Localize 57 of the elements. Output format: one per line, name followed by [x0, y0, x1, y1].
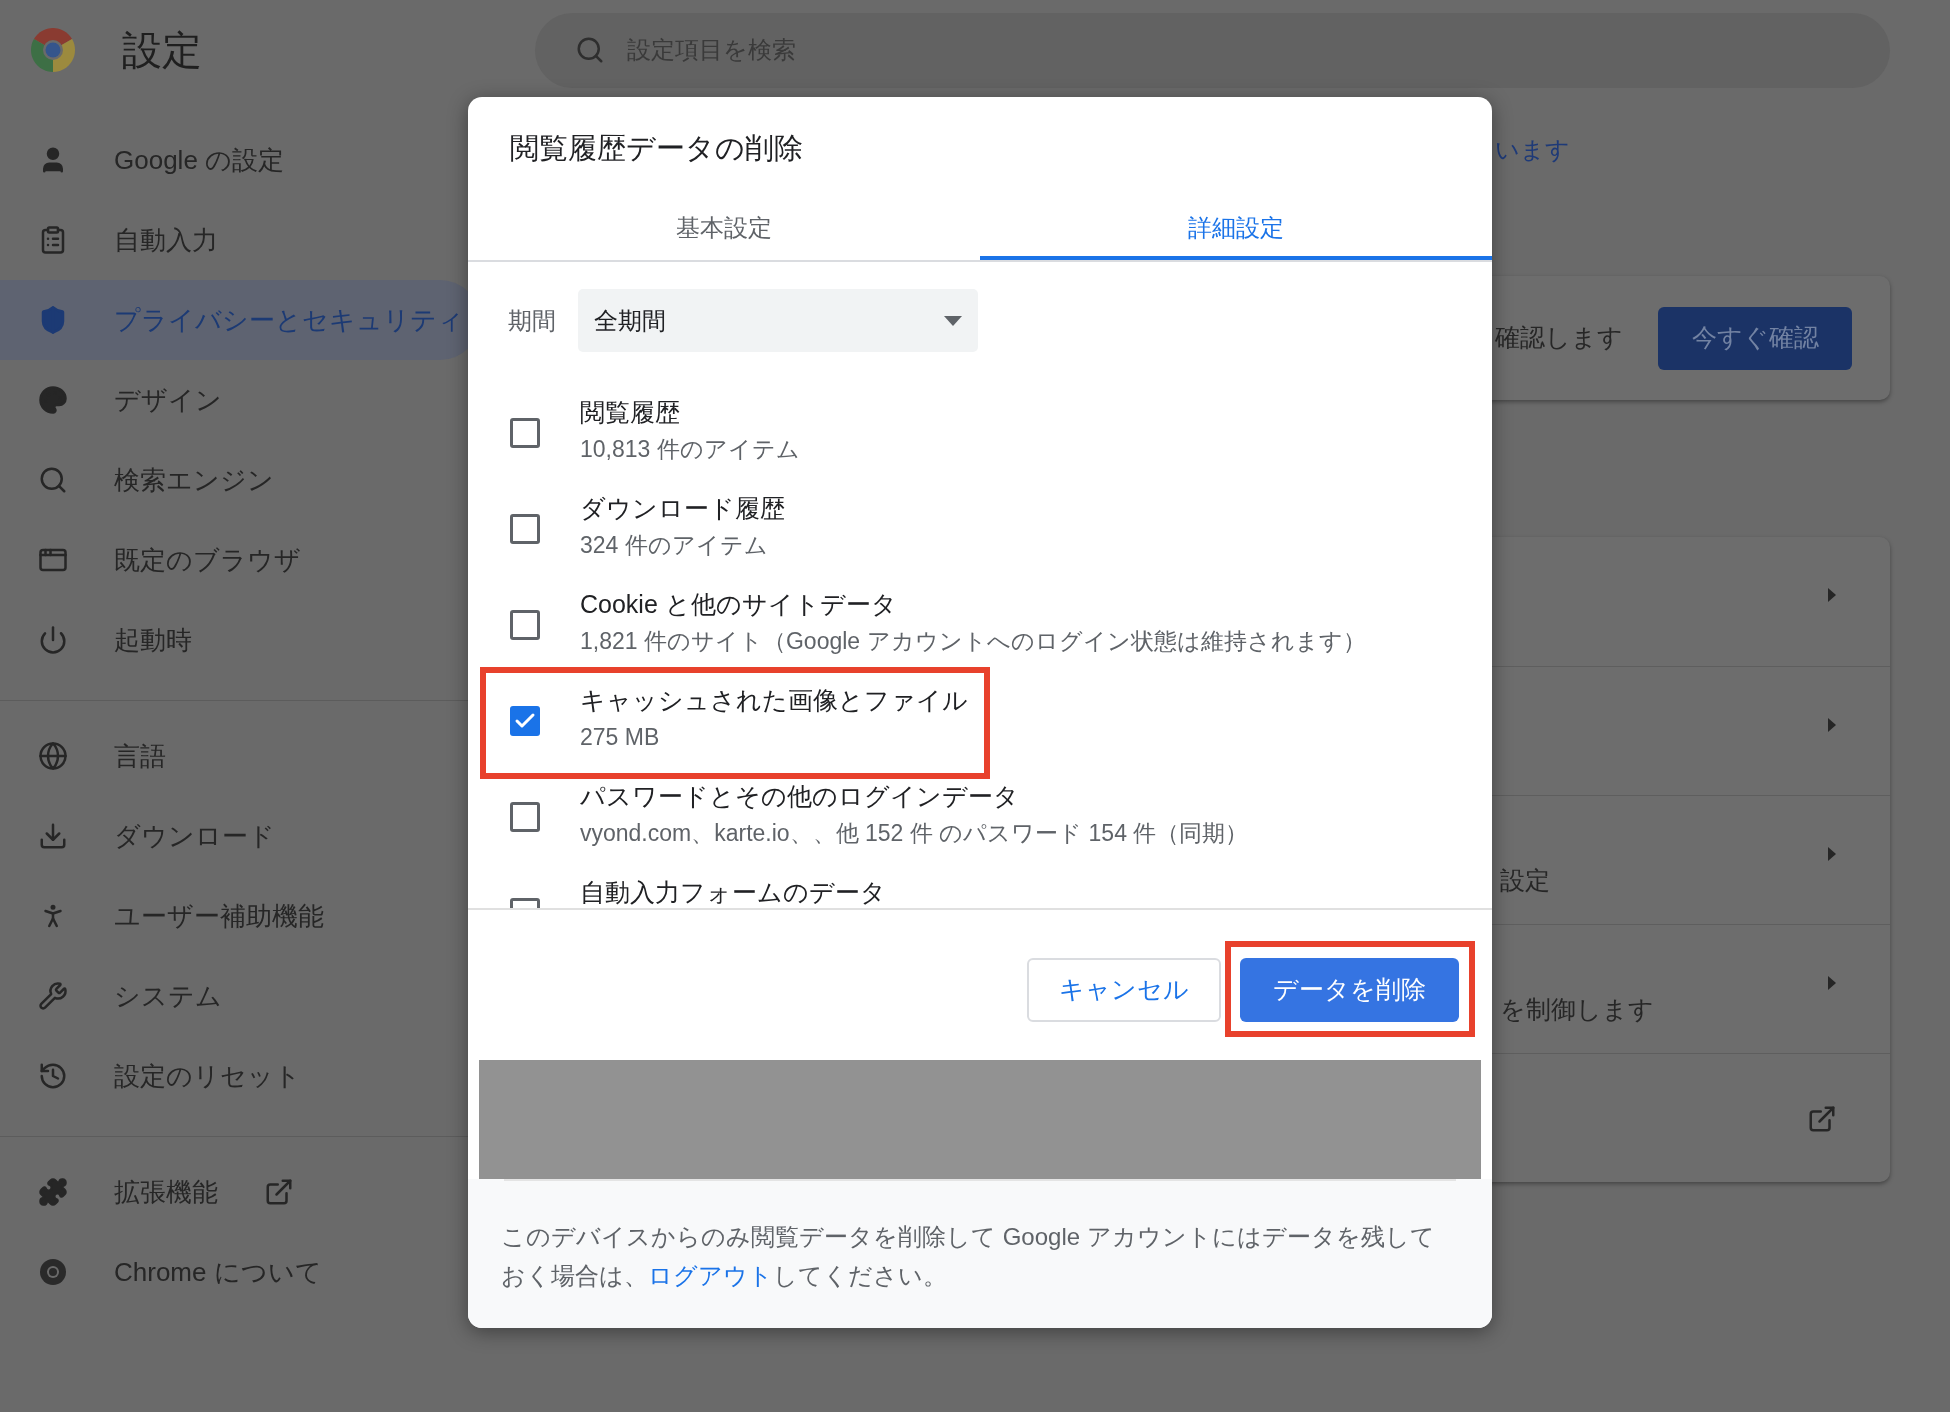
- period-label: 期間: [508, 305, 556, 336]
- sidebar-item[interactable]: 設定のリセット: [0, 1036, 480, 1116]
- sidebar-item[interactable]: Chrome について: [0, 1232, 480, 1312]
- tab[interactable]: 詳細設定: [980, 200, 1492, 260]
- item-title: ダウンロード履歴: [580, 493, 785, 524]
- history-icon: [38, 1061, 68, 1091]
- item-detail: 10,813 件のアイテム: [580, 435, 800, 464]
- checkbox[interactable]: [510, 706, 540, 736]
- delete-data-button[interactable]: データを削除: [1240, 958, 1459, 1022]
- caret-right-icon[interactable]: [1827, 975, 1837, 991]
- sidebar-item[interactable]: 検索エンジン: [0, 440, 480, 520]
- browser-logo-icon: [30, 27, 76, 73]
- item-detail: 1,821 件のサイト（Google アカウントへのログイン状態は維持されます）: [580, 627, 1366, 656]
- cancel-button[interactable]: キャンセル: [1027, 958, 1221, 1022]
- checkbox[interactable]: [510, 514, 540, 544]
- card-text: 確認します: [1495, 322, 1624, 354]
- globe-icon: [38, 741, 68, 771]
- page-title: 設定: [122, 27, 202, 74]
- row-text: を制御します: [1500, 994, 1654, 1025]
- caret-right-icon[interactable]: [1827, 846, 1837, 862]
- note-text: このデバイスからのみ閲覧データを削除して Google アカウントにはデータを残しておく場合は、ログアウト してください。: [500, 1222, 1436, 1291]
- sidebar-item[interactable]: デザイン: [0, 360, 480, 440]
- sidebar-item[interactable]: ダウンロード: [0, 796, 480, 876]
- dialog-title: 閲覧履歴データの削除: [510, 132, 803, 164]
- item-detail: vyond.com、karte.io、、他 152 件 のパスワード 154 件（同期）: [580, 819, 1249, 848]
- sidebar-item[interactable]: 既定のブラウザ: [0, 520, 480, 600]
- wrench-icon: [38, 981, 68, 1011]
- checkbox[interactable]: [510, 802, 540, 832]
- browser-logo-icon: [38, 1257, 68, 1287]
- power-icon: [38, 625, 68, 655]
- row-text: 設定: [1500, 865, 1550, 896]
- sidebar-item[interactable]: システム: [0, 956, 480, 1036]
- period-dropdown[interactable]: 全期間: [578, 289, 978, 352]
- palette-icon: [38, 385, 68, 415]
- check-now-button[interactable]: 今すぐ確認: [1658, 306, 1852, 370]
- external-link-icon[interactable]: [1807, 1104, 1837, 1134]
- sidebar-item[interactable]: 起動時: [0, 600, 480, 680]
- item-title: Cookie と他のサイトデータ: [580, 589, 897, 620]
- caret-right-icon[interactable]: [1827, 587, 1837, 603]
- sidebar-item[interactable]: Google の設定: [0, 120, 480, 200]
- logout-link[interactable]: ログアウト: [648, 1262, 773, 1289]
- download-icon: [38, 821, 68, 851]
- sidebar-item[interactable]: ユーザー補助機能: [0, 876, 480, 956]
- dropdown-caret-icon: [944, 315, 962, 326]
- checkbox[interactable]: [510, 418, 540, 448]
- sidebar-item[interactable]: 拡張機能: [0, 1152, 480, 1232]
- checkbox[interactable]: [510, 610, 540, 640]
- sidebar-item[interactable]: 言語: [0, 716, 480, 796]
- puzzle-icon: [38, 1177, 68, 1207]
- caret-right-icon[interactable]: [1827, 717, 1837, 733]
- item-title: パスワードとその他のログインデータ: [580, 781, 1019, 812]
- search-icon: [38, 465, 68, 495]
- item-detail: 275 MB: [580, 723, 660, 752]
- item-title: 閲覧履歴: [580, 397, 680, 428]
- item-detail: 324 件のアイテム: [580, 531, 768, 560]
- item-title: 自動入力フォームのデータ: [580, 877, 886, 908]
- item-title: キャッシュされた画像とファイル: [580, 685, 968, 716]
